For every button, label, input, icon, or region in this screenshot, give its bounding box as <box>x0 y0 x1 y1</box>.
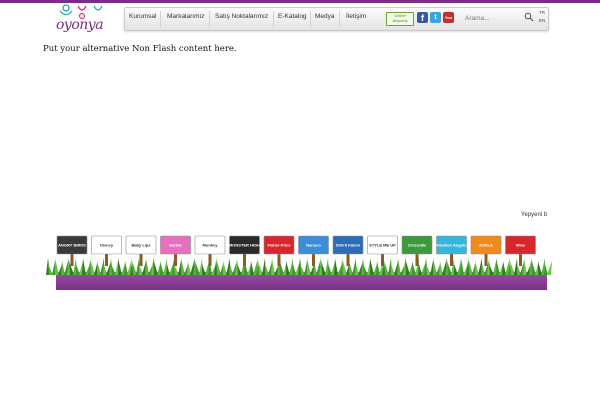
brand-logo-label: Winx <box>516 243 526 248</box>
brand-logo-sign[interactable]: STYLE ME UP <box>367 235 398 266</box>
brand-logo-label: Barbie <box>169 243 182 248</box>
brand-logo-label: Monkey <box>203 243 219 248</box>
brand-logo-label: Sihirli Kalem <box>336 243 361 248</box>
brand-logo-label: ZOKLA <box>479 243 493 248</box>
brand-logo-sign[interactable]: Nanuco <box>298 235 329 266</box>
brand-logo-label: Fashion Angels <box>437 243 467 248</box>
brand-strip: ANGRY BIRDS Disney Baby Lips Barbie Monkey MO… <box>46 235 552 290</box>
brand-logo-sign[interactable]: Disney <box>91 235 122 266</box>
brand-logo-label: Nanuco <box>306 243 321 248</box>
brand-logo-sign[interactable]: ANGRY BIRDS <box>56 235 88 266</box>
brand-logo-label: Crocodile <box>408 243 427 248</box>
brand-logo-sign[interactable]: MONSTER HIGH <box>229 235 260 266</box>
brand-logo-sign[interactable]: Baby Lips <box>125 235 157 266</box>
brand-logo-sign[interactable]: Crocodile <box>401 235 433 266</box>
brand-logo-label: STYLE ME UP <box>369 243 396 248</box>
brand-logo-sign[interactable]: Monkey <box>194 235 226 266</box>
brand-logo-label: ANGRY BIRDS <box>58 243 86 248</box>
brand-logo-sign[interactable]: Barbie <box>160 235 191 266</box>
brand-logo-sign[interactable]: Fashion Angels <box>436 235 468 266</box>
brand-logo-sign[interactable]: Fisher-Price <box>263 235 295 266</box>
brand-logo-sign[interactable]: Sihirli Kalem <box>332 235 364 266</box>
brand-logo-label: Baby Lips <box>131 243 151 248</box>
brand-logo-label: Disney <box>100 243 114 248</box>
brand-logo-label: Fisher-Price <box>267 243 291 248</box>
brand-logo-label: MONSTER HIGH <box>229 243 260 248</box>
